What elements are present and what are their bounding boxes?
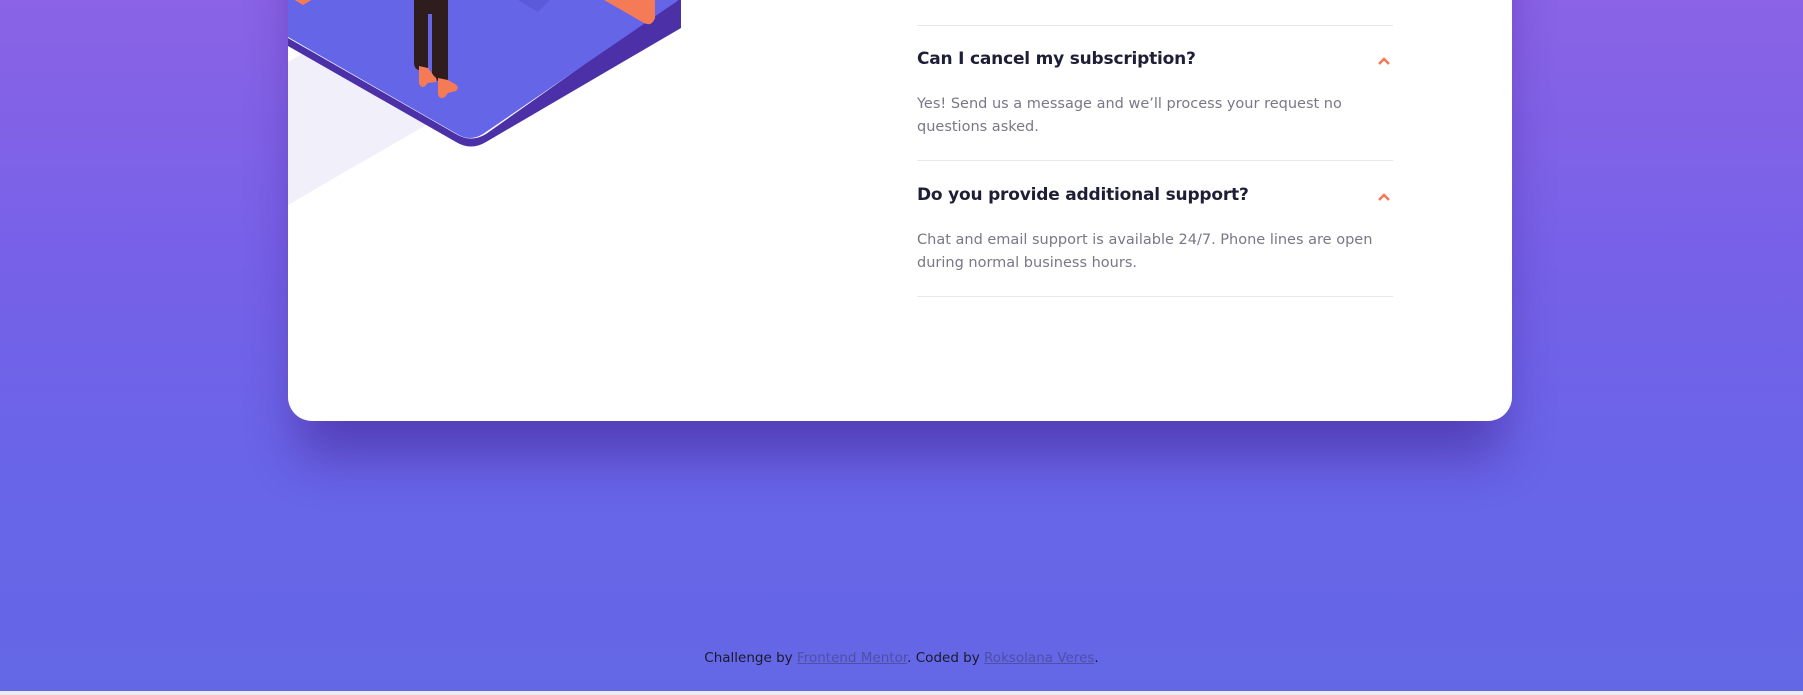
- faq-question[interactable]: Can I cancel my subscription?: [917, 49, 1357, 69]
- footer-prefix-text: Challenge by: [704, 650, 797, 666]
- woman-online-illustration: [288, 0, 681, 205]
- faq-card: Can I cancel my subscription? Yes! Send …: [288, 0, 1512, 421]
- faq-answer: Yes! Send us a message and we’ll process…: [917, 96, 1342, 135]
- chevron-up-icon[interactable]: [1377, 192, 1391, 202]
- faq-divider: [917, 160, 1393, 161]
- page-background: Can I cancel my subscription? Yes! Send …: [0, 0, 1803, 691]
- footer-suffix-text: .: [1094, 650, 1099, 666]
- author-link[interactable]: Roksolana Veres: [984, 650, 1094, 666]
- attribution-footer: Challenge by Frontend Mentor. Coded by R…: [0, 650, 1803, 666]
- faq-divider: [917, 296, 1393, 297]
- horizontal-scrollbar[interactable]: [0, 691, 1803, 695]
- chevron-up-icon[interactable]: [1377, 56, 1391, 66]
- faq-item: Do you provide additional support? Chat …: [917, 162, 1393, 297]
- faq-answer: Chat and email support is available 24/7…: [917, 232, 1373, 271]
- footer-middle-text: . Coded by: [907, 650, 985, 666]
- faq-question[interactable]: Do you provide additional support?: [917, 185, 1357, 205]
- faq-item: Can I cancel my subscription? Yes! Send …: [917, 26, 1393, 161]
- frontend-mentor-link[interactable]: Frontend Mentor: [797, 650, 907, 666]
